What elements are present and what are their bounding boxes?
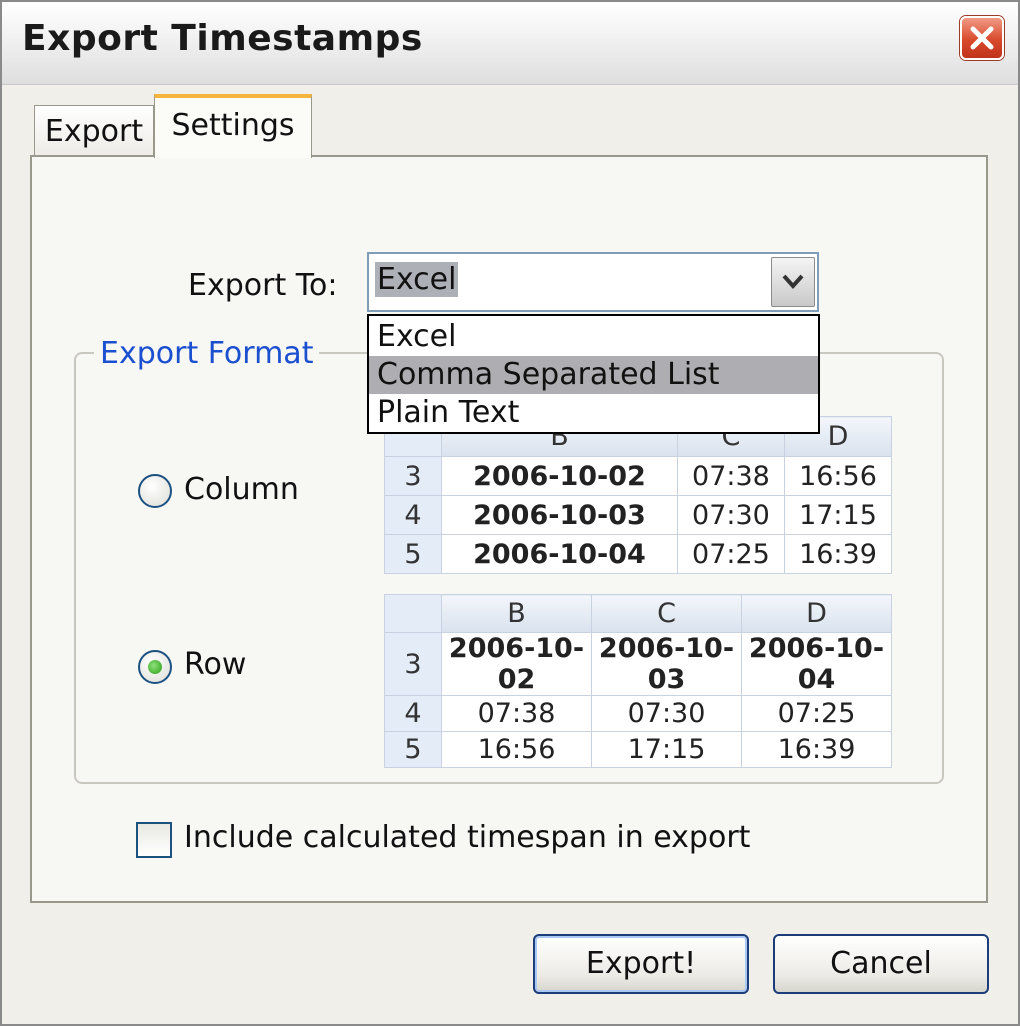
export-format-title: Export Format xyxy=(94,336,320,371)
include-timespan-label[interactable]: Include calculated timespan in export xyxy=(184,820,750,855)
row-format-preview: B C D 3 2006-10-02 2006-10-03 2006-10-04… xyxy=(384,594,892,768)
window-title: Export Timestamps xyxy=(22,18,423,59)
cell: 07:30 xyxy=(591,695,742,732)
row-number: 5 xyxy=(384,534,442,574)
table-row: 4 2006-10-03 07:30 17:15 xyxy=(384,495,893,535)
column-radio[interactable] xyxy=(138,474,172,508)
corner-cell xyxy=(384,594,442,633)
cell: 17:15 xyxy=(783,495,893,535)
cell: 2006-10-02 xyxy=(441,456,678,496)
cell: 07:38 xyxy=(676,456,785,496)
row-number: 3 xyxy=(384,456,442,496)
cancel-button[interactable]: Cancel xyxy=(773,934,989,994)
title-bar[interactable]: Export Timestamps xyxy=(2,2,1018,85)
table-row: 5 16:56 17:15 16:39 xyxy=(384,731,892,768)
cell: 2006-10-03 xyxy=(591,632,742,696)
radio-selected-dot xyxy=(148,660,162,674)
table-row: 3 2006-10-02 07:38 16:56 xyxy=(384,456,893,496)
cell: 16:39 xyxy=(783,534,893,574)
cell: 2006-10-03 xyxy=(441,495,678,535)
cell: 16:56 xyxy=(441,731,592,768)
dropdown-option-excel[interactable]: Excel xyxy=(369,318,818,356)
row-number: 4 xyxy=(384,695,442,732)
row-number: 4 xyxy=(384,495,442,535)
column-format-preview: B C D 3 2006-10-02 07:38 16:56 4 2006-10… xyxy=(384,416,893,574)
export-timestamps-dialog: Export Timestamps Export Settings Export… xyxy=(0,0,1020,1026)
cell: 07:25 xyxy=(741,695,892,732)
cell: 16:39 xyxy=(741,731,892,768)
include-timespan-checkbox[interactable] xyxy=(136,822,172,858)
close-icon xyxy=(970,26,994,50)
column-label[interactable]: Column xyxy=(184,472,299,507)
row-number: 3 xyxy=(384,632,442,696)
cell: 16:56 xyxy=(783,456,893,496)
table-row: 4 07:38 07:30 07:25 xyxy=(384,695,892,732)
dropdown-option-plain-text[interactable]: Plain Text xyxy=(369,394,818,432)
cell: 07:25 xyxy=(676,534,785,574)
export-to-dropdown-list: Excel Comma Separated List Plain Text xyxy=(367,314,820,434)
column-header: B xyxy=(441,594,592,633)
export-to-label: Export To: xyxy=(188,268,338,303)
column-header: C xyxy=(591,594,742,633)
export-to-select[interactable]: Excel xyxy=(367,252,819,312)
cell: 07:30 xyxy=(676,495,785,535)
chevron-down-icon xyxy=(782,274,804,289)
table-row: 5 2006-10-04 07:25 16:39 xyxy=(384,534,893,574)
cell: 17:15 xyxy=(591,731,742,768)
tab-settings[interactable]: Settings xyxy=(154,94,312,158)
close-button[interactable] xyxy=(960,16,1004,60)
cell: 2006-10-04 xyxy=(741,632,892,696)
cell: 07:38 xyxy=(441,695,592,732)
row-radio[interactable] xyxy=(138,650,172,684)
row-number: 5 xyxy=(384,731,442,768)
column-header: D xyxy=(741,594,892,633)
dropdown-button[interactable] xyxy=(771,257,815,307)
cell: 2006-10-04 xyxy=(441,534,678,574)
tab-export[interactable]: Export xyxy=(34,105,154,157)
row-label[interactable]: Row xyxy=(184,647,246,682)
table-row: 3 2006-10-02 2006-10-03 2006-10-04 xyxy=(384,632,892,696)
dropdown-option-csv[interactable]: Comma Separated List xyxy=(369,356,818,394)
export-to-value: Excel xyxy=(375,262,459,297)
export-button[interactable]: Export! xyxy=(533,934,749,994)
cell: 2006-10-02 xyxy=(441,632,592,696)
